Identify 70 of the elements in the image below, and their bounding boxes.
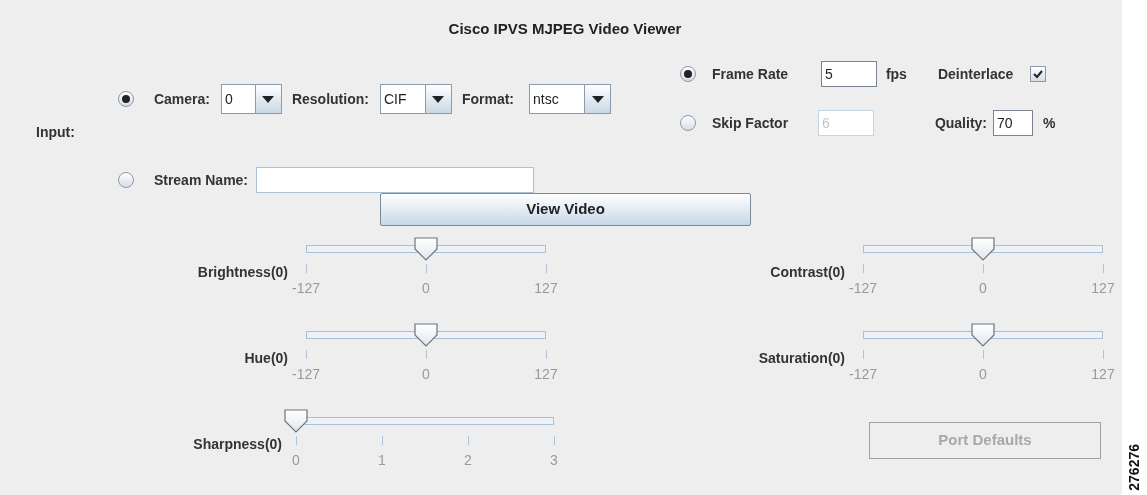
slider-label: Contrast(0) — [769, 263, 845, 281]
tick-label: 127 — [534, 280, 558, 296]
tick-label: -127 — [292, 280, 320, 296]
tick-mark — [426, 350, 427, 359]
field-label: Frame Rate — [711, 64, 790, 84]
tick-mark — [306, 264, 307, 273]
unit-label: fps — [885, 64, 908, 84]
caret-down-icon — [432, 95, 445, 103]
tick-label: -127 — [849, 366, 877, 382]
tick-mark — [546, 264, 547, 273]
tick-mark — [426, 264, 427, 273]
radio-button[interactable] — [679, 66, 696, 83]
unit-label: % — [1043, 113, 1056, 133]
slider-thumb[interactable] — [971, 323, 995, 347]
checkbox[interactable] — [1030, 66, 1047, 83]
tick-label: 127 — [1091, 280, 1115, 296]
stream-name-field[interactable] — [256, 167, 535, 194]
tick-mark — [1103, 350, 1104, 359]
view-video-button[interactable]: View Video — [380, 193, 751, 226]
caret-down-icon — [591, 95, 604, 103]
slider-label: Brightness(0) — [196, 263, 288, 281]
slider-label: Sharpness(0) — [192, 435, 282, 453]
tick-mark — [468, 436, 469, 445]
tick-mark — [863, 350, 864, 359]
field-label: Camera: — [153, 89, 210, 109]
tick-label: 3 — [550, 452, 558, 468]
dropdown[interactable]: 0 — [220, 84, 282, 115]
tick-label: -127 — [292, 366, 320, 382]
field-label: Format: — [461, 89, 515, 109]
field-label: Quality: — [934, 113, 987, 133]
field-label: Stream Name: — [153, 170, 249, 190]
tick-label: 0 — [422, 280, 430, 296]
tick-label: -127 — [849, 280, 877, 296]
text-field[interactable]: 5 — [820, 61, 877, 88]
tick-mark — [306, 350, 307, 359]
slider-thumb[interactable] — [284, 409, 308, 433]
tick-mark — [554, 436, 555, 445]
tick-label: 127 — [1091, 366, 1115, 382]
figure-number: 276276 — [1125, 444, 1143, 491]
tick-mark — [983, 350, 984, 359]
quality-field[interactable]: 70 — [993, 110, 1033, 137]
radio-button[interactable] — [117, 91, 134, 108]
slider-thumb[interactable] — [414, 323, 438, 347]
tick-label: 127 — [534, 366, 558, 382]
tick-mark — [296, 436, 297, 445]
input-label: Input: — [36, 123, 75, 141]
tick-mark — [546, 350, 547, 359]
slider-label: Hue(0) — [243, 349, 288, 367]
tick-label: 0 — [292, 452, 300, 468]
tick-label: 1 — [378, 452, 386, 468]
tick-mark — [863, 264, 864, 273]
tick-mark — [382, 436, 383, 445]
slider-thumb[interactable] — [971, 237, 995, 261]
radio-button[interactable] — [117, 172, 134, 189]
tick-mark — [983, 264, 984, 273]
field-label: Deinterlace — [937, 64, 1014, 84]
tick-label: 0 — [979, 366, 987, 382]
caret-down-icon — [262, 95, 275, 103]
tick-label: 2 — [464, 452, 472, 468]
check-icon — [1033, 69, 1044, 80]
tick-label: 0 — [422, 366, 430, 382]
tick-mark — [1103, 264, 1104, 273]
slider-thumb[interactable] — [414, 237, 438, 261]
window-title: Cisco IPVS MJPEG Video Viewer — [447, 19, 683, 39]
slider-label: Saturation(0) — [757, 349, 845, 367]
field-label: Skip Factor — [711, 113, 790, 133]
dropdown[interactable]: CIF — [379, 84, 452, 115]
tick-label: 0 — [979, 280, 987, 296]
field-label: Resolution: — [291, 89, 369, 109]
dropdown[interactable]: ntsc — [529, 84, 612, 115]
